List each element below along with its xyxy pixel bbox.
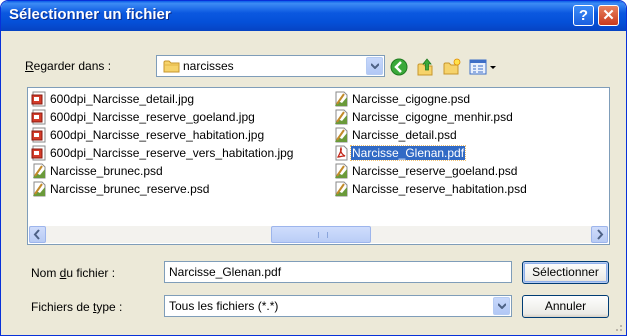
resize-grip-icon[interactable] <box>613 322 623 332</box>
file-name: 600dpi_Narcisse_detail.jpg <box>50 92 195 106</box>
file-name: Narcisse_reserve_habitation.psd <box>352 182 527 196</box>
chevron-down-icon[interactable] <box>493 297 510 315</box>
close-button[interactable]: ✕ <box>598 5 619 26</box>
psd-file-icon <box>333 163 349 179</box>
file-name: Narcisse_cigogne.psd <box>352 92 471 106</box>
title-bar[interactable]: Sélectionner un fichier ? ✕ <box>1 1 626 31</box>
horizontal-scrollbar[interactable] <box>29 226 608 243</box>
scroll-thumb[interactable] <box>271 226 371 243</box>
up-folder-icon[interactable] <box>415 57 435 77</box>
help-button[interactable]: ? <box>573 5 594 26</box>
file-name: Narcisse_brunec.psd <box>50 164 163 178</box>
file-name: Narcisse_Glenan.pdf <box>349 145 467 161</box>
chevron-down-icon[interactable] <box>366 57 383 75</box>
file-name: 600dpi_Narcisse_reserve_goeland.jpg <box>50 110 255 124</box>
jpg-file-icon <box>31 109 47 125</box>
file-name: Narcisse_brunec_reserve.psd <box>50 182 210 196</box>
scroll-left-button[interactable] <box>29 226 46 243</box>
lookin-label: Regarder dans : <box>25 59 112 73</box>
psd-file-icon <box>333 91 349 107</box>
file-name: Narcisse_reserve_goeland.psd <box>352 164 518 178</box>
jpg-file-icon <box>31 145 47 161</box>
psd-file-icon <box>333 127 349 143</box>
psd-file-icon <box>333 109 349 125</box>
filename-input-box[interactable] <box>164 261 512 283</box>
file-name: Narcisse_detail.psd <box>352 128 457 142</box>
jpg-file-icon <box>31 127 47 143</box>
select-button[interactable]: Sélectionner <box>522 261 609 284</box>
filetype-value: Tous les fichiers (*.*) <box>169 299 279 313</box>
lookin-dropdown[interactable]: narcisses <box>156 55 385 77</box>
pdf-file-icon <box>333 145 349 161</box>
view-menu-icon[interactable] <box>469 57 503 77</box>
psd-file-icon <box>31 181 47 197</box>
scroll-right-button[interactable] <box>591 226 608 243</box>
psd-file-icon <box>31 163 47 179</box>
filetype-dropdown[interactable]: Tous les fichiers (*.*) <box>164 295 512 317</box>
file-dialog: Sélectionner un fichier ? ✕ Regarder dan… <box>0 0 627 336</box>
folder-icon <box>163 60 180 73</box>
filename-label: Nom du fichier : <box>31 266 116 280</box>
psd-file-icon <box>333 181 349 197</box>
new-folder-icon[interactable] <box>442 57 462 77</box>
file-name: 600dpi_Narcisse_reserve_vers_habitation.… <box>50 146 294 160</box>
window-title: Sélectionner un fichier <box>9 6 171 23</box>
lookin-value: narcisses <box>183 59 234 73</box>
cancel-button[interactable]: Annuler <box>522 295 609 318</box>
file-name: 600dpi_Narcisse_reserve_habitation.jpg <box>50 128 265 142</box>
filetype-label: Fichiers de type : <box>31 300 123 314</box>
back-icon[interactable] <box>389 57 409 77</box>
file-list[interactable]: 600dpi_Narcisse_detail.jpg 600dpi_Narciss… <box>27 87 610 245</box>
filename-input[interactable] <box>165 262 511 282</box>
jpg-file-icon <box>31 91 47 107</box>
file-name: Narcisse_cigogne_menhir.psd <box>352 110 513 124</box>
